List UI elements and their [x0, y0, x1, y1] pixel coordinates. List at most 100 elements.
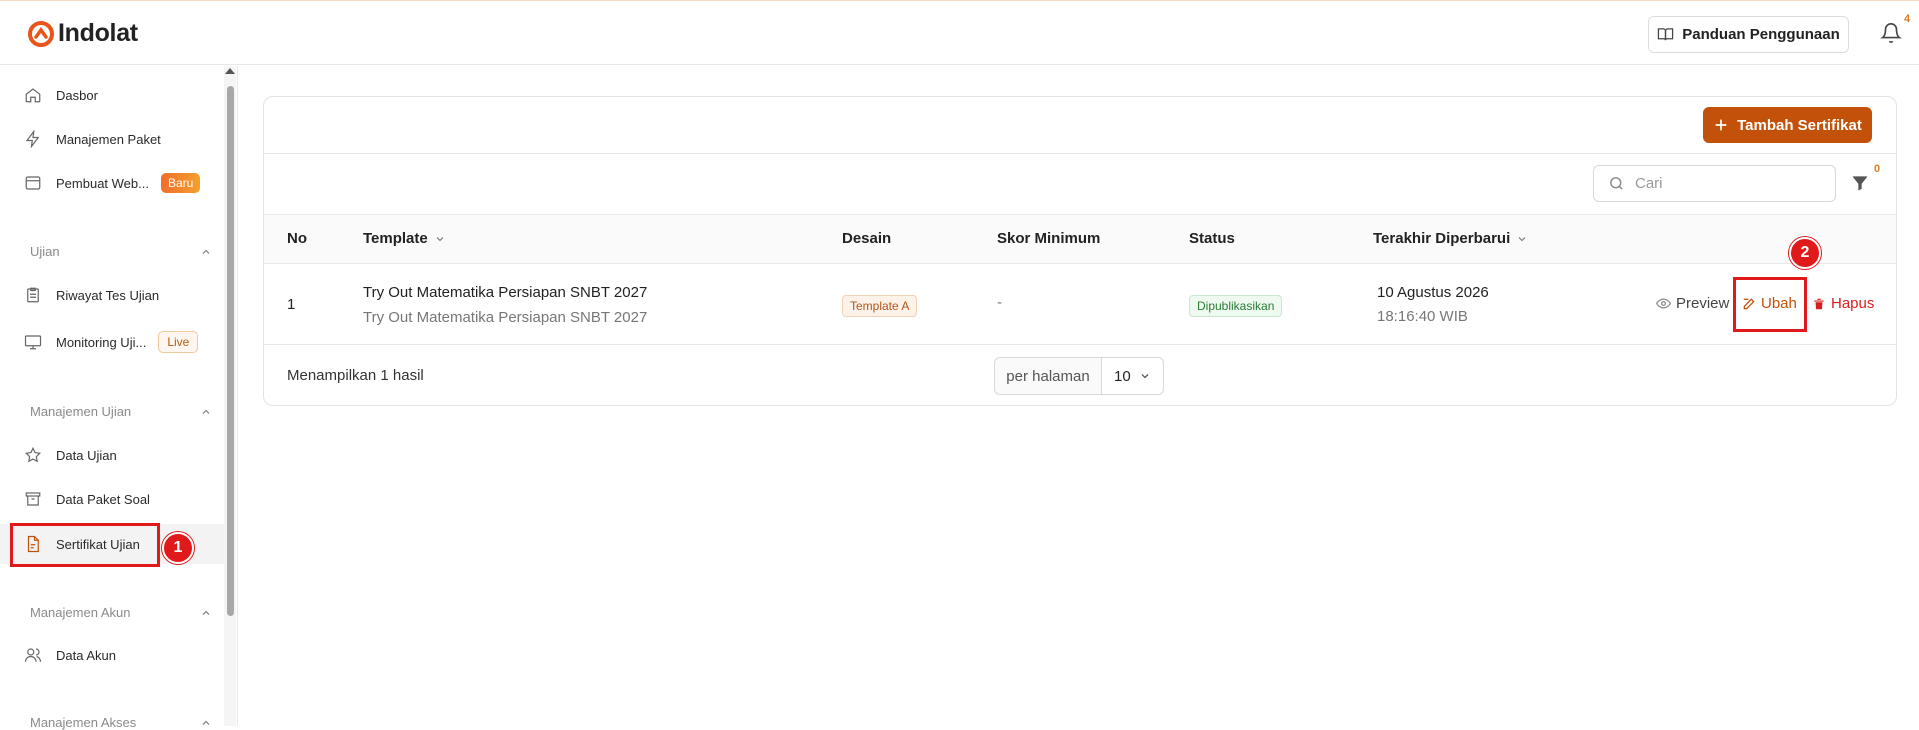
cell-updated-date: 10 Agustus 2026: [1377, 284, 1489, 301]
sidebar: [0, 66, 238, 726]
new-badge: Baru: [160, 173, 201, 193]
archive-icon: [25, 492, 41, 506]
bolt-icon: [25, 130, 40, 148]
column-label: Terakhir Diperbarui: [1373, 230, 1511, 247]
column-label: Desain: [842, 230, 892, 247]
highlight-box-2: [1733, 277, 1807, 332]
status-badge: Dipublikasikan: [1189, 295, 1283, 317]
sidebar-item-label: Data Paket Soal: [56, 491, 150, 507]
chevron-up-icon: [202, 409, 210, 414]
filter-count: 0: [1874, 163, 1881, 175]
notification-count: 4: [1904, 13, 1911, 25]
column-header-terakhir-diperbarui[interactable]: Terakhir Diperbarui: [1373, 230, 1528, 247]
column-header-no: No: [287, 230, 307, 247]
sidebar-item-label: Manajemen Paket: [56, 131, 161, 147]
column-header-status: Status: [1189, 230, 1235, 247]
column-label: Status: [1189, 230, 1235, 247]
section-label: Manajemen Ujian: [30, 404, 132, 419]
sidebar-scroll-thumb[interactable]: [227, 86, 234, 616]
divider: [264, 344, 1896, 345]
divider: [264, 263, 1896, 264]
add-certificate-button[interactable]: Tambah Sertifikat: [1703, 107, 1872, 143]
cell-template-title: Try Out Matematika Persiapan SNBT 2027: [363, 284, 648, 301]
cell-no: 1: [287, 296, 296, 313]
monitor-icon: [24, 335, 42, 350]
chevron-up-icon: [202, 720, 210, 725]
chevron-down-icon: [436, 236, 444, 241]
section-manajemen-ujian[interactable]: Manajemen Ujian: [30, 404, 212, 419]
bell-icon[interactable]: [1880, 22, 1902, 44]
section-manajemen-akses[interactable]: Manajemen Akses: [30, 715, 212, 730]
results-count: Menampilkan 1 hasil: [287, 367, 424, 384]
browser-icon: [25, 176, 41, 190]
preview-button[interactable]: Preview: [1656, 295, 1729, 312]
sidebar-item-dasbor[interactable]: Dasbor: [24, 81, 98, 109]
section-label: Manajemen Akun: [30, 605, 131, 620]
section-label: Manajemen Akses: [30, 715, 137, 730]
clipboard-icon: [27, 287, 39, 303]
live-badge: Live: [158, 331, 199, 353]
sidebar-item-data-paket-soal[interactable]: Data Paket Soal: [24, 485, 150, 513]
section-manajemen-akun[interactable]: Manajemen Akun: [30, 605, 212, 620]
plus-icon: [1715, 119, 1727, 131]
users-icon: [24, 648, 42, 662]
logo[interactable]: Indolat: [28, 19, 138, 48]
sidebar-item-data-akun[interactable]: Data Akun: [24, 641, 116, 669]
sidebar-item-label: Data Ujian: [56, 447, 117, 463]
star-icon: [24, 446, 42, 463]
column-label: No: [287, 230, 307, 247]
book-icon: [1658, 28, 1674, 41]
logo-icon: [28, 20, 54, 47]
per-page-select[interactable]: 10: [1102, 358, 1163, 394]
step-marker-2: 2: [1789, 237, 1821, 269]
delete-label: Hapus: [1831, 295, 1875, 312]
sidebar-item-label: Monitoring Uji...: [56, 334, 147, 350]
sidebar-item-riwayat-tes[interactable]: Riwayat Tes Ujian: [24, 281, 159, 309]
per-page-selector[interactable]: per halaman 10: [994, 357, 1164, 395]
add-certificate-label: Tambah Sertifikat: [1737, 116, 1862, 134]
chevron-down-icon: [1141, 374, 1149, 379]
step-marker-1: 1: [162, 532, 194, 564]
sidebar-item-data-ujian[interactable]: Data Ujian: [24, 441, 117, 469]
column-header-desain: Desain: [842, 230, 891, 247]
delete-button[interactable]: Hapus: [1812, 295, 1874, 312]
cell-template-subtitle: Try Out Matematika Persiapan SNBT 2027: [363, 309, 648, 326]
per-page-value: 10: [1114, 367, 1131, 385]
section-label: Ujian: [30, 244, 60, 259]
user-guide-label: Panduan Penggunaan: [1682, 26, 1840, 43]
user-guide-button[interactable]: Panduan Penggunaan: [1648, 16, 1849, 53]
highlight-box-1: [10, 523, 160, 567]
sidebar-item-label: Riwayat Tes Ujian: [56, 287, 160, 303]
filter-icon[interactable]: [1850, 173, 1870, 193]
cell-updated-time: 18:16:40 WIB: [1377, 308, 1468, 325]
home-icon: [25, 88, 41, 103]
chevron-down-icon: [1518, 236, 1526, 241]
chevron-up-icon: [202, 610, 210, 615]
sidebar-item-label: Pembuat Web...: [56, 175, 149, 191]
column-label: Skor Minimum: [997, 230, 1101, 247]
design-badge: Template A: [842, 295, 918, 317]
search-input[interactable]: [1635, 175, 1815, 192]
per-page-label: per halaman: [995, 358, 1102, 394]
eye-icon: [1656, 298, 1671, 309]
divider: [264, 214, 1896, 215]
sidebar-item-label: Dasbor: [56, 87, 98, 103]
column-header-template[interactable]: Template: [363, 230, 446, 247]
sidebar-item-label: Data Akun: [56, 647, 116, 663]
top-bar: Indolat Panduan Penggunaan 4: [0, 0, 1919, 65]
column-header-skor-minimum: Skor Minimum: [997, 230, 1100, 247]
chevron-up-icon: [202, 249, 210, 254]
scroll-up-arrow[interactable]: [225, 68, 235, 74]
sidebar-item-monitoring[interactable]: Monitoring Uji... Live: [24, 328, 199, 356]
logo-text: Indolat: [58, 19, 138, 47]
column-label: Template: [363, 230, 428, 247]
trash-icon: [1814, 298, 1824, 309]
sidebar-item-pembuat-web[interactable]: Pembuat Web... Baru: [24, 169, 201, 197]
search-field[interactable]: [1593, 165, 1836, 202]
preview-label: Preview: [1676, 295, 1730, 312]
divider: [264, 153, 1896, 154]
cell-min-score: -: [997, 294, 1002, 311]
section-ujian[interactable]: Ujian: [30, 244, 212, 259]
search-icon: [1610, 177, 1623, 190]
sidebar-item-manajemen-paket[interactable]: Manajemen Paket: [24, 125, 161, 153]
